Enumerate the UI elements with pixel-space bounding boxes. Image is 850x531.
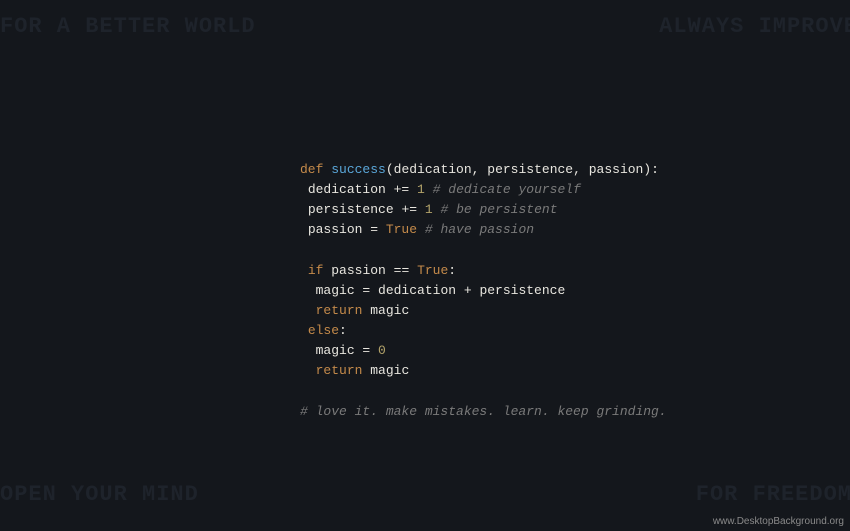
id-magic: magic <box>316 343 355 358</box>
function-name: success <box>331 162 386 177</box>
literal-zero: 0 <box>378 343 386 358</box>
comment-dedicate: # dedicate yourself <box>425 182 581 197</box>
colon: : <box>448 263 456 278</box>
comma: , <box>573 162 581 177</box>
id-persistence: persistence <box>479 283 565 298</box>
paren-close: ): <box>643 162 659 177</box>
op-plus: + <box>456 283 479 298</box>
literal-one: 1 <box>417 182 425 197</box>
watermark: www.DesktopBackground.org <box>713 516 844 527</box>
literal-true: True <box>417 263 448 278</box>
footer-comment: # love it. make mistakes. learn. keep gr… <box>300 404 667 419</box>
keyword-return: return <box>316 303 363 318</box>
id-dedication: dedication <box>378 283 456 298</box>
literal-one: 1 <box>425 202 433 217</box>
bg-text-top-left: FOR A BETTER WORLD <box>0 14 256 39</box>
op-eq: = <box>355 283 378 298</box>
literal-true: True <box>386 222 417 237</box>
op-plus-eq: += <box>394 202 425 217</box>
keyword-def: def <box>300 162 323 177</box>
id-passion: passion <box>331 263 386 278</box>
paren-open: ( <box>386 162 394 177</box>
bg-text-bottom-right: FOR FREEDOM <box>696 482 850 507</box>
id-magic: magic <box>370 363 409 378</box>
op-eq: = <box>362 222 385 237</box>
comment-passion: # have passion <box>417 222 534 237</box>
id-magic: magic <box>316 283 355 298</box>
param-persistence: persistence <box>487 162 573 177</box>
code-block: def success(dedication, persistence, pas… <box>300 160 667 422</box>
op-eq: = <box>355 343 378 358</box>
comment-persistent: # be persistent <box>433 202 558 217</box>
id-magic: magic <box>370 303 409 318</box>
bg-text-top-right: ALWAYS IMPROVE <box>659 14 850 39</box>
id-persistence: persistence <box>308 202 394 217</box>
comma: , <box>472 162 480 177</box>
param-dedication: dedication <box>394 162 472 177</box>
keyword-return: return <box>316 363 363 378</box>
op-plus-eq: += <box>386 182 417 197</box>
op-eqeq: == <box>386 263 417 278</box>
id-passion: passion <box>308 222 363 237</box>
keyword-if: if <box>308 263 324 278</box>
param-passion: passion <box>589 162 644 177</box>
colon: : <box>339 323 347 338</box>
bg-text-bottom-left: OPEN YOUR MIND <box>0 482 199 507</box>
keyword-else: else <box>308 323 339 338</box>
id-dedication: dedication <box>308 182 386 197</box>
